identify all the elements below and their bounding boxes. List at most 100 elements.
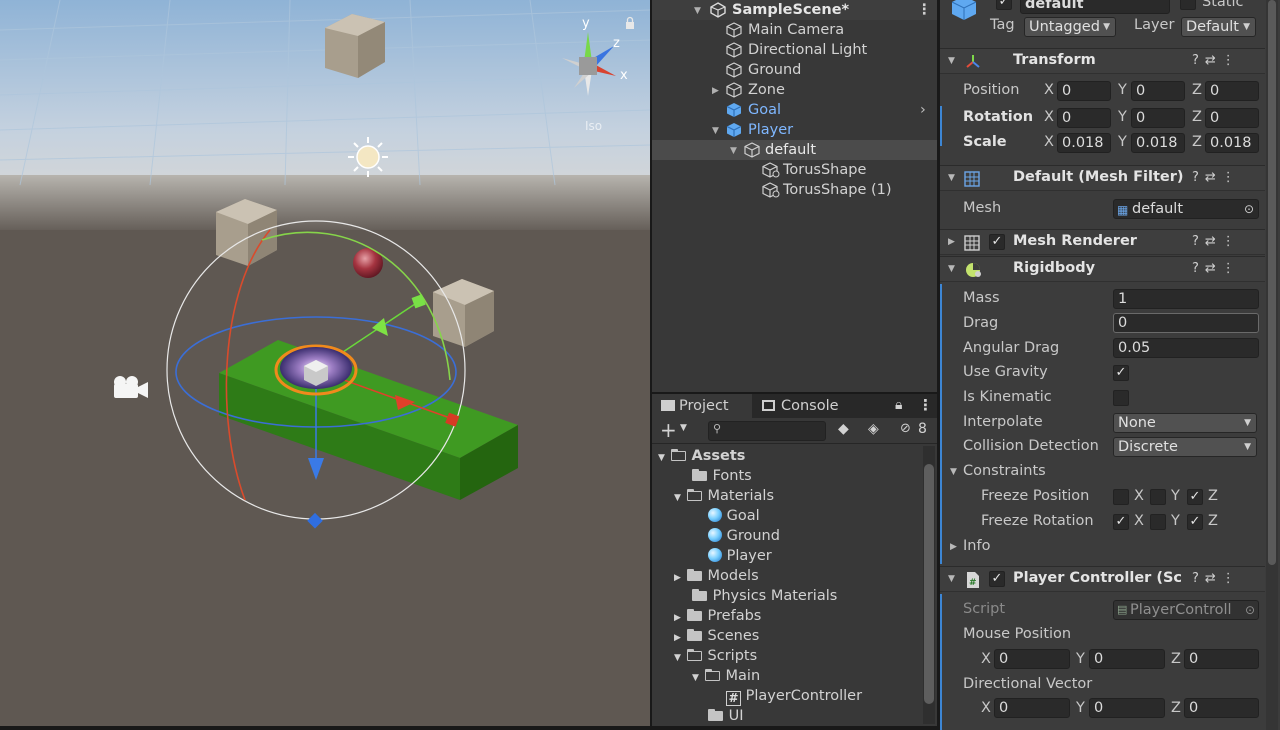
tree-item-physics-materials[interactable]: Physics Materials	[692, 586, 837, 606]
hierarchy-item-goal[interactable]: Goal ›	[652, 100, 937, 120]
rigidbody-header[interactable]: ▼ Rigidbody ?⇄⋮	[940, 256, 1265, 282]
mouse-position-y-field[interactable]: 0	[1089, 649, 1165, 669]
tag-dropdown[interactable]: Untagged	[1024, 17, 1116, 37]
rotation-z-field[interactable]: 0	[1205, 108, 1259, 128]
tree-item-fonts[interactable]: Fonts	[692, 466, 752, 486]
rotation-x-field[interactable]: 0	[1057, 108, 1111, 128]
transform-header[interactable]: ▼ Transform ?⇄⋮	[940, 48, 1265, 74]
object-name-field[interactable]: default	[1020, 0, 1170, 14]
component-actions[interactable]: ?⇄⋮	[1192, 170, 1241, 185]
drag-field[interactable]: 0	[1113, 313, 1259, 333]
hierarchy-item-torusshape[interactable]: TorusShape	[652, 160, 937, 180]
expand-arrow-icon[interactable]: ▶	[950, 542, 957, 552]
directional-light-icon[interactable]	[348, 137, 388, 177]
mesh-object-field[interactable]: ▦ default ⊙	[1113, 199, 1259, 219]
tree-item-ground-material[interactable]: Ground	[708, 526, 780, 546]
tree-item-materials[interactable]: ▼ Materials	[674, 486, 774, 506]
scale-y-field[interactable]: 0.018	[1131, 133, 1185, 153]
tree-item-models[interactable]: ▶ Models	[674, 566, 759, 586]
mouse-position-z-field[interactable]: 0	[1184, 649, 1259, 669]
expand-arrow-icon[interactable]: ▼	[730, 141, 737, 161]
hierarchy-item-default[interactable]: ▼ default	[652, 140, 937, 160]
hierarchy-item-zone[interactable]: ▶ Zone	[652, 80, 937, 100]
expand-arrow-icon[interactable]: ▼	[712, 121, 719, 141]
active-checkbox[interactable]: ✓	[996, 0, 1012, 10]
hierarchy-scene-row[interactable]: ▼ SampleScene* ⋮	[652, 0, 937, 20]
hierarchy-panel[interactable]: ▼ SampleScene* ⋮ Main Camera Directional…	[652, 0, 937, 392]
hierarchy-item-torusshape-1[interactable]: TorusShape (1)	[652, 180, 937, 200]
mass-field[interactable]: 1	[1113, 289, 1259, 309]
freeze-rotation-x-checkbox[interactable]: ✓	[1113, 514, 1129, 530]
tree-item-prefabs[interactable]: ▶ Prefabs	[674, 606, 761, 626]
object-picker-icon[interactable]: ⊙	[1244, 200, 1254, 218]
component-actions[interactable]: ?⇄⋮	[1192, 234, 1241, 249]
tree-item-assets[interactable]: ▼ Assets	[658, 446, 745, 466]
directional-vector-x-field[interactable]: 0	[994, 698, 1070, 718]
component-actions[interactable]: ?⇄⋮	[1192, 571, 1241, 586]
scrollbar-thumb[interactable]	[924, 464, 934, 704]
rotation-y-field[interactable]: 0	[1131, 108, 1185, 128]
player-controller-enabled-checkbox[interactable]: ✓	[989, 571, 1005, 587]
tree-item-playercontroller[interactable]: # PlayerController	[726, 686, 862, 706]
tab-project[interactable]: Project	[652, 394, 752, 418]
hidden-packages-icon[interactable]: ⊘	[900, 421, 911, 436]
position-z-field[interactable]: 0	[1205, 81, 1259, 101]
tree-item-scripts[interactable]: ▼ Scripts	[674, 646, 757, 666]
chevron-down-icon[interactable]: ▼	[680, 423, 687, 433]
info-label[interactable]: Info	[963, 538, 990, 554]
tree-item-scenes[interactable]: ▶ Scenes	[674, 626, 759, 646]
mesh-renderer-enabled-checkbox[interactable]: ✓	[989, 234, 1005, 250]
scene-viewport[interactable]: y z x Iso	[0, 0, 650, 726]
constraints-label[interactable]: Constraints	[963, 463, 1046, 479]
layer-dropdown[interactable]: Default	[1181, 17, 1256, 37]
tree-item-goal-material[interactable]: Goal	[708, 506, 760, 526]
tree-item-main[interactable]: ▼ Main	[692, 666, 760, 686]
static-checkbox[interactable]	[1180, 0, 1196, 10]
mesh-renderer-header[interactable]: ▶ ✓ Mesh Renderer ?⇄⋮	[940, 229, 1265, 255]
scale-x-field[interactable]: 0.018	[1057, 133, 1111, 153]
tree-item-ui[interactable]: UI	[708, 706, 744, 726]
inspector-panel[interactable]: ✓ default Static Tag Untagged Layer Defa…	[940, 0, 1280, 730]
chevron-right-icon[interactable]: ›	[920, 100, 926, 120]
create-add-button[interactable]: +	[660, 418, 677, 442]
mesh-filter-header[interactable]: ▼ Default (Mesh Filter) ?⇄⋮	[940, 165, 1265, 191]
expand-arrow-icon[interactable]: ▶	[712, 81, 719, 101]
tab-console[interactable]: Console	[762, 394, 872, 418]
hierarchy-item-directional-light[interactable]: Directional Light	[652, 40, 937, 60]
hierarchy-item-main-camera[interactable]: Main Camera	[652, 20, 937, 40]
freeze-position-y-checkbox[interactable]	[1150, 489, 1166, 505]
hierarchy-item-player[interactable]: ▼ Player	[652, 120, 937, 140]
panel-menu-icon[interactable]: ⋮	[918, 396, 933, 414]
interpolate-dropdown[interactable]: None	[1113, 413, 1257, 433]
scene-menu-icon[interactable]: ⋮	[917, 0, 932, 20]
scene-view[interactable]: y z x Iso	[0, 0, 650, 726]
component-actions[interactable]: ?⇄⋮	[1192, 53, 1241, 68]
component-actions[interactable]: ?⇄⋮	[1192, 261, 1241, 276]
use-gravity-checkbox[interactable]: ✓	[1113, 365, 1129, 381]
position-y-field[interactable]: 0	[1131, 81, 1185, 101]
collision-detection-dropdown[interactable]: Discrete	[1113, 437, 1257, 457]
mouse-position-x-field[interactable]: 0	[994, 649, 1070, 669]
player-controller-header[interactable]: ▼ # ✓ Player Controller (Scri ?⇄⋮	[940, 566, 1265, 592]
tree-item-player-material[interactable]: Player	[708, 546, 772, 566]
filter-by-type-icon[interactable]: ◆	[838, 421, 849, 437]
is-kinematic-checkbox[interactable]	[1113, 390, 1129, 406]
freeze-rotation-y-checkbox[interactable]	[1150, 514, 1166, 530]
lock-icon[interactable]: 🔒︎	[895, 397, 902, 413]
scale-z-field[interactable]: 0.018	[1205, 133, 1259, 153]
freeze-rotation-z-checkbox[interactable]: ✓	[1187, 514, 1203, 530]
inspector-scrollbar[interactable]	[1266, 0, 1278, 730]
hierarchy-item-ground[interactable]: Ground	[652, 60, 937, 80]
directional-vector-y-field[interactable]: 0	[1089, 698, 1165, 718]
expand-arrow-icon[interactable]: ▼	[950, 467, 957, 477]
project-panel[interactable]: Project Console 🔒︎ ⋮ + ▼ ⚲ ◆ ◈ ⊘ 8 ▼ Ass…	[652, 394, 937, 726]
directional-vector-z-field[interactable]: 0	[1184, 698, 1259, 718]
player-torus[interactable]	[274, 344, 358, 396]
position-x-field[interactable]: 0	[1057, 81, 1111, 101]
freeze-position-z-checkbox[interactable]: ✓	[1187, 489, 1203, 505]
angular-drag-field[interactable]: 0.05	[1113, 338, 1259, 358]
gizmo-mode-label[interactable]: Iso	[585, 119, 602, 133]
project-scrollbar[interactable]	[923, 446, 935, 724]
scrollbar-thumb[interactable]	[1268, 0, 1276, 565]
search-input[interactable]: ⚲	[708, 421, 826, 441]
